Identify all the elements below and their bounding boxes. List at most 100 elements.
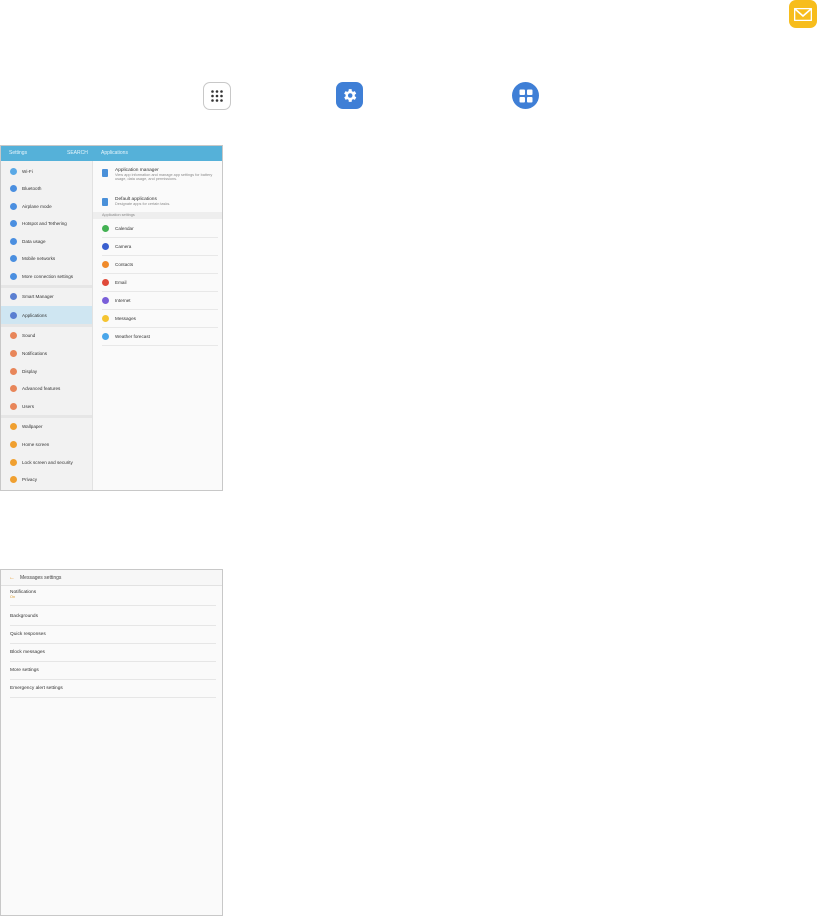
- app-item-email[interactable]: Email: [102, 274, 218, 292]
- sidebar-item-label: Smart Manager: [22, 294, 54, 299]
- setting-notifications[interactable]: Notifications On: [10, 588, 216, 606]
- users-icon: [10, 403, 17, 410]
- sidebar-item-label: Data usage: [22, 239, 46, 244]
- applications-panel: Application manager View app information…: [93, 161, 222, 490]
- weather-icon: [102, 333, 109, 340]
- setting-backgrounds[interactable]: Backgrounds: [10, 608, 216, 626]
- sidebar-item-airplane-mode[interactable]: Airplane mode: [1, 198, 92, 215]
- sidebar-item-label: More connection settings: [22, 274, 74, 279]
- settings-applications-screenshot: Settings SEARCH Applications Wi-Fi Bluet…: [0, 145, 223, 491]
- app-item-label: Contacts: [115, 262, 134, 267]
- lock-screen-icon: [10, 459, 17, 466]
- app-item-calendar[interactable]: Calendar: [102, 220, 218, 238]
- search-button[interactable]: SEARCH: [67, 150, 88, 156]
- sidebar-item-label: Wi-Fi: [22, 169, 33, 174]
- apps-grid-glyph: [211, 90, 223, 102]
- wallpaper-icon: [10, 423, 17, 430]
- sidebar-item-smart-manager[interactable]: Smart Manager: [1, 288, 92, 305]
- sound-icon: [10, 332, 17, 339]
- mobile-networks-icon: [10, 255, 17, 262]
- sidebar-item-advanced-features[interactable]: Advanced features: [1, 380, 92, 397]
- email-app-icon: [102, 279, 109, 286]
- setting-emergency-alert[interactable]: Emergency alert settings: [10, 680, 216, 698]
- app-item-label: Camera: [115, 244, 132, 249]
- setting-quick-responses[interactable]: Quick responses: [10, 626, 216, 644]
- setting-label: Block messages: [10, 650, 45, 655]
- wifi-icon: [10, 168, 17, 175]
- sidebar-item-hotspot[interactable]: Hotspot and Tethering: [1, 215, 92, 232]
- envelope-glyph: [794, 7, 812, 21]
- sidebar-item-label: Applications: [22, 312, 47, 318]
- sidebar-item-home-screen[interactable]: Home screen: [1, 436, 92, 453]
- setting-label: Backgrounds: [10, 614, 38, 619]
- sidebar-item-lock-screen[interactable]: Lock screen and security: [1, 454, 92, 471]
- app-item-messages[interactable]: Messages: [102, 310, 218, 328]
- app-item-label: Internet: [115, 298, 131, 303]
- sidebar-item-bluetooth[interactable]: Bluetooth: [1, 180, 92, 197]
- app-item-weather[interactable]: Weather forecast: [102, 328, 218, 346]
- email-icon[interactable]: [789, 0, 817, 28]
- smart-manager-icon: [10, 293, 17, 300]
- app-item-label: Email: [115, 280, 127, 285]
- messages-settings-title: Messages settings: [20, 574, 62, 581]
- default-applications-icon: [102, 198, 108, 206]
- four-squares-glyph: [519, 89, 532, 102]
- back-arrow-icon[interactable]: ←: [9, 575, 15, 581]
- sidebar-item-wifi[interactable]: Wi-Fi: [1, 163, 92, 180]
- application-manager-icon: [102, 169, 108, 177]
- sidebar-item-privacy[interactable]: Privacy: [1, 471, 92, 488]
- messages-settings-screenshot: ← Messages settings Notifications On Bac…: [0, 569, 223, 916]
- applications-icon: [10, 311, 17, 319]
- applications-icon[interactable]: [512, 82, 539, 109]
- messages-settings-header: ← Messages settings: [1, 570, 222, 586]
- advanced-features-icon: [10, 385, 17, 392]
- sidebar-item-applications[interactable]: Applications: [1, 306, 92, 324]
- application-settings-label: Application settings: [93, 212, 222, 219]
- sidebar-item-users[interactable]: Users: [1, 398, 92, 415]
- sidebar-item-label: Sound: [22, 333, 36, 338]
- contacts-icon: [102, 261, 109, 268]
- sidebar-item-label: Mobile networks: [22, 256, 56, 261]
- settings-sidebar: Wi-Fi Bluetooth Airplane mode Hotspot an…: [1, 161, 93, 490]
- notifications-icon: [10, 350, 17, 357]
- settings-icon[interactable]: [336, 82, 363, 109]
- applications-panel-title: Applications: [101, 150, 128, 156]
- home-screen-icon: [10, 441, 17, 448]
- sidebar-item-more-connection[interactable]: More connection settings: [1, 268, 92, 285]
- setting-label: Quick responses: [10, 632, 46, 637]
- sidebar-item-label: Airplane mode: [22, 204, 52, 209]
- sidebar-item-label: Notifications: [22, 351, 48, 356]
- app-item-label: Weather forecast: [115, 334, 150, 339]
- data-usage-icon: [10, 238, 17, 245]
- camera-icon: [102, 243, 109, 250]
- app-item-camera[interactable]: Camera: [102, 238, 218, 256]
- sidebar-item-label: Lock screen and security: [22, 460, 73, 465]
- bluetooth-icon: [10, 185, 17, 192]
- settings-topbar: Settings SEARCH Applications: [1, 146, 222, 161]
- sidebar-item-label: Advanced features: [22, 386, 61, 391]
- apps-icon[interactable]: [203, 82, 231, 110]
- hotspot-icon: [10, 220, 17, 227]
- more-connection-icon: [10, 273, 17, 280]
- sidebar-item-sound[interactable]: Sound: [1, 327, 92, 344]
- setting-label: More settings: [10, 668, 39, 673]
- sidebar-item-label: Home screen: [22, 442, 50, 447]
- settings-title: Settings: [9, 150, 28, 156]
- internet-icon: [102, 297, 109, 304]
- sidebar-item-data-usage[interactable]: Data usage: [1, 233, 92, 250]
- app-item-contacts[interactable]: Contacts: [102, 256, 218, 274]
- app-item-label: Calendar: [115, 226, 134, 231]
- messages-icon: [102, 315, 109, 322]
- sidebar-item-notifications[interactable]: Notifications: [1, 345, 92, 362]
- airplane-icon: [10, 203, 17, 210]
- sidebar-item-display[interactable]: Display: [1, 363, 92, 380]
- sidebar-item-label: Hotspot and Tethering: [22, 221, 67, 226]
- setting-block-messages[interactable]: Block messages: [10, 644, 216, 662]
- sidebar-item-mobile-networks[interactable]: Mobile networks: [1, 250, 92, 267]
- display-icon: [10, 368, 17, 375]
- setting-more-settings[interactable]: More settings: [10, 662, 216, 680]
- sidebar-item-wallpaper[interactable]: Wallpaper: [1, 418, 92, 435]
- default-applications-desc: Designate apps for certain tasks.: [115, 202, 171, 206]
- application-manager-item[interactable]: Application manager View app information…: [102, 165, 218, 192]
- app-item-internet[interactable]: Internet: [102, 292, 218, 310]
